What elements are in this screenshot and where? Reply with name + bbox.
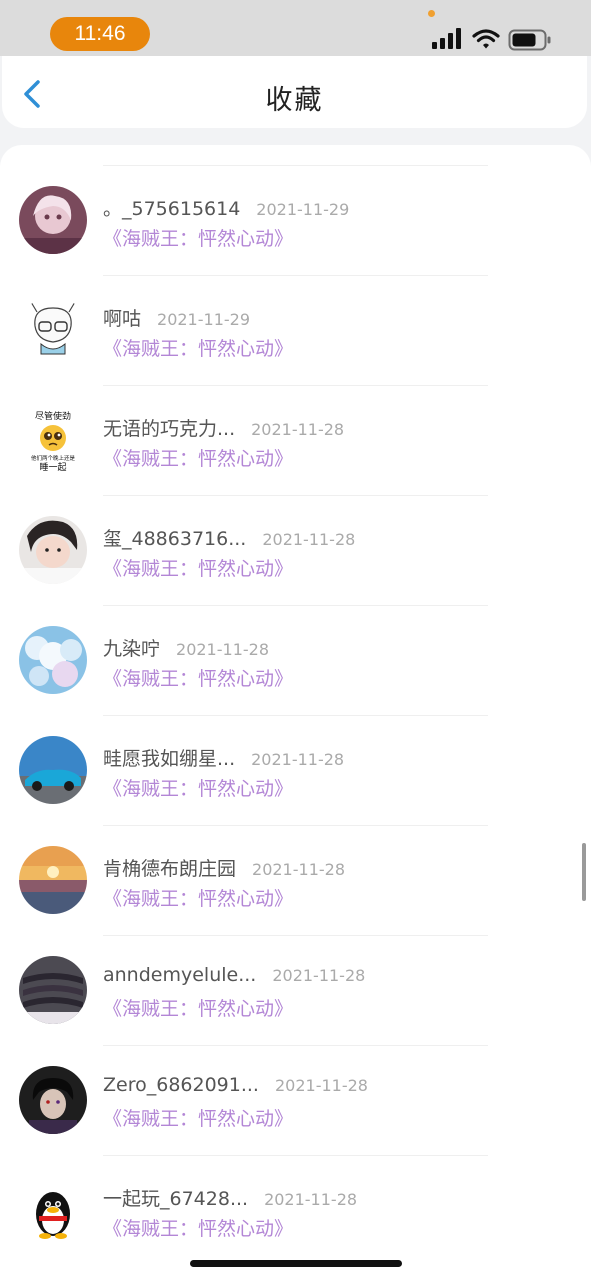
divider [103, 1045, 488, 1046]
user-name: 一起玩_67428... [103, 1188, 249, 1210]
battery-icon [508, 29, 551, 51]
work-title-link[interactable]: 《海贼王：怦然心动》 [103, 1104, 293, 1131]
privacy-indicator-dot [428, 10, 435, 17]
favorite-item[interactable]: 畦愿我如绷星... 2021-11-28 《海贼王：怦然心动》 [0, 715, 591, 825]
divider [103, 495, 488, 496]
favorite-date: 2021-11-28 [274, 1076, 368, 1095]
favorite-item[interactable]: 肯桷德布朗庄园 2021-11-28 《海贼王：怦然心动》 [0, 825, 591, 935]
user-avatar[interactable] [19, 186, 87, 254]
user-avatar[interactable]: 尽管使劲 他们两个晚上还是 睡一起 [19, 406, 87, 474]
user-avatar[interactable] [19, 736, 87, 804]
favorite-date: 2021-11-28 [251, 750, 345, 769]
status-time: 11:46 [50, 17, 150, 51]
favorite-date: 2021-11-28 [264, 1190, 358, 1209]
user-avatar[interactable] [19, 956, 87, 1024]
favorite-item[interactable]: 一起玩_67428... 2021-11-28 《海贼王：怦然心动》 [0, 1155, 591, 1265]
favorite-date: 2021-11-29 [157, 310, 250, 329]
sports-car-avatar-icon [19, 736, 87, 804]
favorite-item[interactable]: 九染咛 2021-11-28 《海贼王：怦然心动》 [0, 605, 591, 715]
work-title-link[interactable]: 《海贼王：怦然心动》 [103, 1214, 293, 1241]
user-name: 啊咕 [103, 308, 142, 330]
favorite-date: 2021-11-29 [256, 200, 350, 219]
sticker-top-text: 尽管使劲 [35, 410, 71, 422]
work-title-link[interactable]: 《海贼王：怦然心动》 [103, 884, 293, 911]
page-title: 收藏 [265, 85, 324, 116]
work-title-link[interactable]: 《海贼王：怦然心动》 [103, 664, 293, 691]
sunset-city-avatar-icon [19, 846, 87, 914]
user-name: 。_575615614 [103, 198, 241, 220]
emoji-sticker-avatar-icon: 尽管使劲 他们两个晚上还是 睡一起 [19, 406, 87, 474]
divider [103, 825, 488, 826]
child-photo-avatar-icon [19, 516, 87, 584]
user-name: 玺_48863716... [103, 528, 247, 550]
divider [103, 935, 488, 936]
favorites-list: 。_575615614 2021-11-29 《海贼王：怦然心动》 啊咕 2021-… [0, 145, 591, 1280]
divider [103, 275, 488, 276]
work-title-link[interactable]: 《海贼王：怦然心动》 [103, 224, 293, 251]
wifi-icon [472, 29, 500, 49]
favorite-date: 2021-11-28 [272, 966, 366, 985]
user-name: 肯桷德布朗庄园 [103, 858, 237, 880]
favorite-item[interactable]: Zero_6862091... 2021-11-28 《海贼王：怦然心动》 [0, 1045, 591, 1155]
work-title-link[interactable]: 《海贼王：怦然心动》 [103, 334, 293, 361]
work-title-link[interactable]: 《海贼王：怦然心动》 [103, 994, 293, 1021]
favorite-item[interactable]: 啊咕 2021-11-29 《海贼王：怦然心动》 [0, 275, 591, 385]
sticker-bottom-text: 睡一起 [39, 461, 66, 473]
divider [103, 385, 488, 386]
user-name: 畦愿我如绷星... [103, 748, 236, 770]
sketch-character-avatar-icon [19, 296, 87, 364]
user-name: 无语的巧克力... [103, 418, 236, 440]
home-indicator[interactable] [190, 1260, 402, 1267]
user-avatar[interactable] [19, 296, 87, 364]
qq-penguin-avatar-icon [19, 1176, 87, 1244]
work-title-link[interactable]: 《海贼王：怦然心动》 [103, 774, 293, 801]
sticker-mid-text: 他们两个晚上还是 [31, 454, 76, 462]
anime-girl-avatar-icon [19, 186, 87, 254]
favorite-item[interactable]: 。_575615614 2021-11-29 《海贼王：怦然心动》 [0, 165, 591, 275]
user-avatar[interactable] [19, 846, 87, 914]
favorite-date: 2021-11-28 [176, 640, 269, 659]
favorite-item[interactable]: anndemyelule... 2021-11-28 《海贼王：怦然心动》 [0, 935, 591, 1045]
sky-clouds-avatar-icon [19, 626, 87, 694]
divider [103, 1155, 488, 1156]
divider [103, 715, 488, 716]
user-name: anndemyelule... [103, 964, 257, 986]
cellular-signal-icon [432, 28, 461, 49]
favorite-item[interactable]: 尽管使劲 他们两个晚上还是 睡一起 无语的巧克力... 2021-11-28 《海… [0, 385, 591, 495]
dark-anime-avatar-icon [19, 1066, 87, 1134]
favorite-date: 2021-11-28 [262, 530, 356, 549]
user-avatar[interactable] [19, 516, 87, 584]
divider [103, 165, 488, 166]
favorite-date: 2021-11-28 [251, 420, 345, 439]
user-avatar[interactable] [19, 626, 87, 694]
grilled-food-avatar-icon [19, 956, 87, 1024]
favorite-date: 2021-11-28 [252, 860, 345, 879]
user-avatar[interactable] [19, 1066, 87, 1134]
user-name: Zero_6862091... [103, 1074, 259, 1096]
work-title-link[interactable]: 《海贼王：怦然心动》 [103, 554, 293, 581]
scrollbar[interactable] [582, 843, 586, 901]
user-name: 九染咛 [103, 638, 161, 660]
work-title-link[interactable]: 《海贼王：怦然心动》 [103, 444, 293, 471]
user-avatar[interactable] [19, 1176, 87, 1244]
nav-header: 收藏 [2, 56, 587, 128]
favorite-item[interactable]: 玺_48863716... 2021-11-28 《海贼王：怦然心动》 [0, 495, 591, 605]
status-bar: 11:46 [0, 0, 591, 56]
divider [103, 605, 488, 606]
